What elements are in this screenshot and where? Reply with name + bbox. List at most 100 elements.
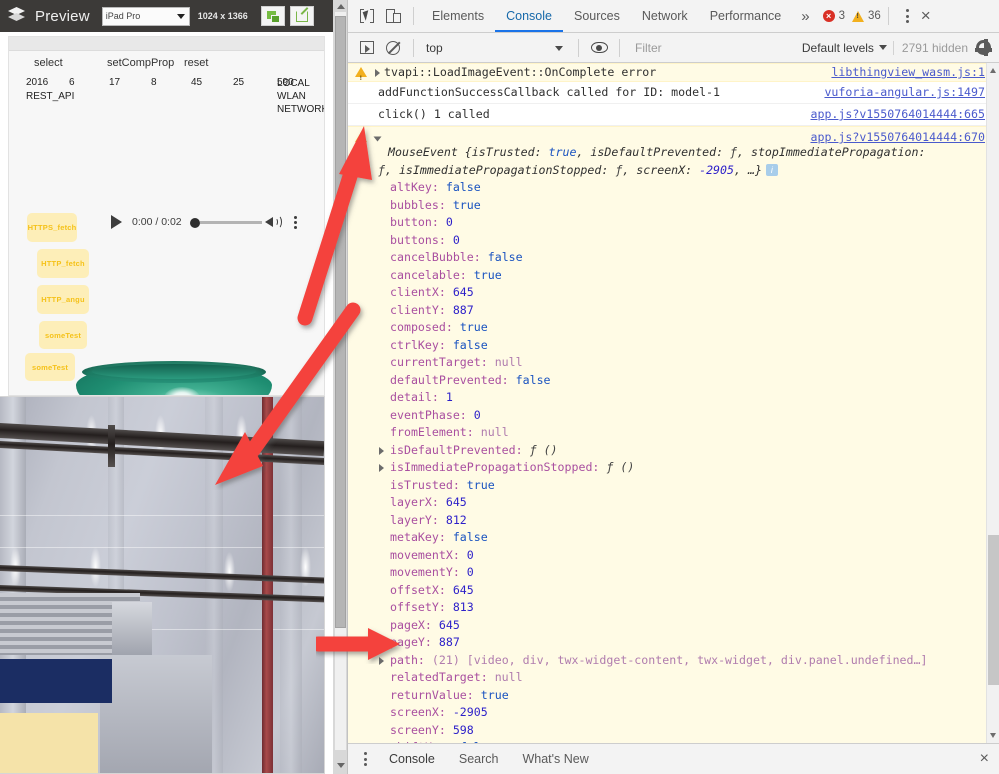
page-scrollbar-thumb[interactable]: [335, 16, 346, 628]
button-http-angular[interactable]: HTTP_angu: [37, 285, 89, 314]
network-labels: LOCAL WLAN NETWORK: [277, 77, 324, 116]
tab-console[interactable]: Console: [495, 0, 563, 32]
warning-count-badge[interactable]: 36: [852, 10, 881, 22]
tab-performance[interactable]: Performance: [699, 0, 793, 32]
tab-elements[interactable]: Elements: [421, 0, 495, 32]
event-property-row: screenX: -2905: [348, 704, 985, 722]
property-key: movementX:: [390, 547, 467, 562]
video-controls[interactable]: 0:00 / 0:02: [97, 207, 297, 237]
preview-viewport: select setCompProp reset 2016 6 17 8 45 …: [8, 36, 325, 396]
device-toolbar-icon[interactable]: [380, 3, 406, 29]
disclosure-triangle-icon[interactable]: [373, 136, 382, 142]
page-scrollbar[interactable]: [333, 0, 348, 774]
button-https-fetch[interactable]: HTTPS_fetch: [27, 213, 77, 242]
property-value: 0: [466, 565, 474, 579]
scroll-down-icon[interactable]: [337, 763, 345, 768]
video-progress-knob[interactable]: [189, 218, 200, 228]
log-source-link[interactable]: libthingview_wasm.js:1: [831, 64, 985, 82]
event-property-row: buttons: 0: [348, 232, 985, 250]
log-source-link[interactable]: vuforia-angular.js:1497: [824, 84, 985, 102]
event-property-row: screenY: 598: [348, 722, 985, 740]
drawer-tab-whats-new[interactable]: What's New: [510, 752, 600, 766]
property-key: layerY:: [390, 512, 446, 527]
tab-network[interactable]: Network: [631, 0, 699, 32]
event-property-row[interactable]: isImmediatePropagationStopped: ƒ (): [348, 459, 985, 477]
property-value[interactable]: ƒ (): [530, 443, 558, 457]
3d-bowl-model[interactable]: [64, 359, 284, 395]
event-header-line-2: ƒ, isImmediatePropagationStopped: ƒ, scr…: [348, 162, 985, 180]
log-levels-dropdown[interactable]: Default levels: [802, 41, 893, 55]
property-value[interactable]: (21) [video, div, twx-widget-content, tw…: [432, 653, 928, 667]
expanded-event-group[interactable]: app.js?v1550764014444:670 MouseEvent {is…: [348, 126, 999, 743]
devtools-menu-icon[interactable]: [896, 9, 919, 23]
label-reset[interactable]: reset: [184, 57, 208, 69]
property-key: isDefaultPrevented:: [390, 442, 530, 457]
event-property-row[interactable]: path: (21) [video, div, twx-widget-conte…: [348, 652, 985, 670]
log-row[interactable]: click() 1 called app.js?v1550764014444:6…: [348, 104, 999, 126]
property-value: 887: [438, 635, 460, 649]
scroll-down-icon[interactable]: [990, 733, 996, 738]
layers-icon: [6, 5, 28, 27]
console-scrollbar-thumb[interactable]: [988, 535, 999, 685]
live-expression-icon[interactable]: [586, 35, 612, 61]
drawer-menu-icon[interactable]: [354, 752, 377, 766]
property-value: false: [445, 180, 481, 194]
console-log-list[interactable]: tvapi::LoadImageEvent::OnComplete error …: [348, 63, 999, 743]
play-icon[interactable]: [111, 215, 122, 229]
tab-sources[interactable]: Sources: [563, 0, 631, 32]
clear-console-icon[interactable]: [380, 35, 406, 61]
property-value[interactable]: ƒ (): [606, 460, 634, 474]
log-row[interactable]: addFunctionSuccessCallback called for ID…: [348, 82, 999, 104]
log-source-link[interactable]: app.js?v1550764014444:665: [810, 106, 985, 124]
header2-screenx: -2905: [699, 162, 734, 177]
preview-pane: Preview iPad Pro 1024 x 1366 select setC…: [0, 0, 333, 774]
event-property-row: clientX: 645: [348, 284, 985, 302]
event-property-row: composed: true: [348, 319, 985, 337]
inspect-element-icon[interactable]: [354, 3, 380, 29]
disclosure-triangle-icon[interactable]: [379, 656, 384, 665]
scroll-up-icon[interactable]: [337, 4, 345, 9]
speaker-icon[interactable]: [264, 214, 282, 230]
rotate-device-button[interactable]: [260, 6, 285, 26]
property-value: false: [515, 372, 551, 387]
scroll-up-icon[interactable]: [990, 68, 996, 73]
label-setcompprop[interactable]: setCompProp: [107, 57, 174, 69]
info-icon[interactable]: i: [765, 163, 778, 176]
event-property-row: returnValue: true: [348, 687, 985, 705]
log-row[interactable]: tvapi::LoadImageEvent::OnComplete error …: [348, 63, 999, 87]
label-select[interactable]: select: [34, 57, 63, 69]
video-progress-slider[interactable]: [189, 216, 262, 228]
drawer-tab-console[interactable]: Console: [377, 752, 447, 766]
drawer-tab-search[interactable]: Search: [447, 752, 511, 766]
log-source-link[interactable]: app.js?v1550764014444:670: [810, 129, 985, 147]
console-scrollbar[interactable]: [986, 63, 999, 743]
execution-context-select[interactable]: top: [421, 37, 571, 59]
disclosure-triangle-icon[interactable]: [379, 464, 384, 472]
event-property-row[interactable]: isDefaultPrevented: ƒ (): [348, 442, 985, 460]
screenshot-root: Preview iPad Pro 1024 x 1366 select setC…: [0, 0, 999, 774]
button-sometest-1[interactable]: someTest: [39, 321, 87, 349]
open-external-button[interactable]: [289, 6, 314, 26]
property-value: 0: [452, 232, 460, 247]
widget-action-labels: select setCompProp reset: [9, 57, 324, 75]
event-property-row: detail: 1: [348, 389, 985, 407]
warning-icon: [355, 132, 367, 152]
event-header-line-1: MouseEvent {isTrusted: true, isDefaultPr…: [348, 144, 985, 162]
filter-input[interactable]: Filter: [627, 41, 802, 55]
disclosure-triangle-icon[interactable]: [375, 69, 380, 77]
disclosure-triangle-icon[interactable]: [379, 446, 384, 455]
close-icon[interactable]: ×: [919, 6, 940, 26]
more-tabs-icon[interactable]: »: [792, 8, 818, 25]
video-menu-icon[interactable]: [294, 215, 297, 229]
header2-fn: ƒ: [378, 162, 385, 177]
error-count-badge[interactable]: × 3: [822, 10, 845, 22]
property-value: 813: [452, 600, 474, 614]
header-post: , stopImmediatePropagation:: [737, 145, 926, 159]
execution-context-icon[interactable]: [354, 35, 380, 61]
gear-icon[interactable]: [975, 39, 992, 56]
property-key: button:: [390, 215, 446, 229]
device-select[interactable]: iPad Pro: [101, 6, 190, 26]
close-icon[interactable]: ×: [980, 750, 999, 768]
button-http-fetch[interactable]: HTTP_fetch: [37, 249, 89, 278]
property-value: null: [494, 670, 523, 684]
